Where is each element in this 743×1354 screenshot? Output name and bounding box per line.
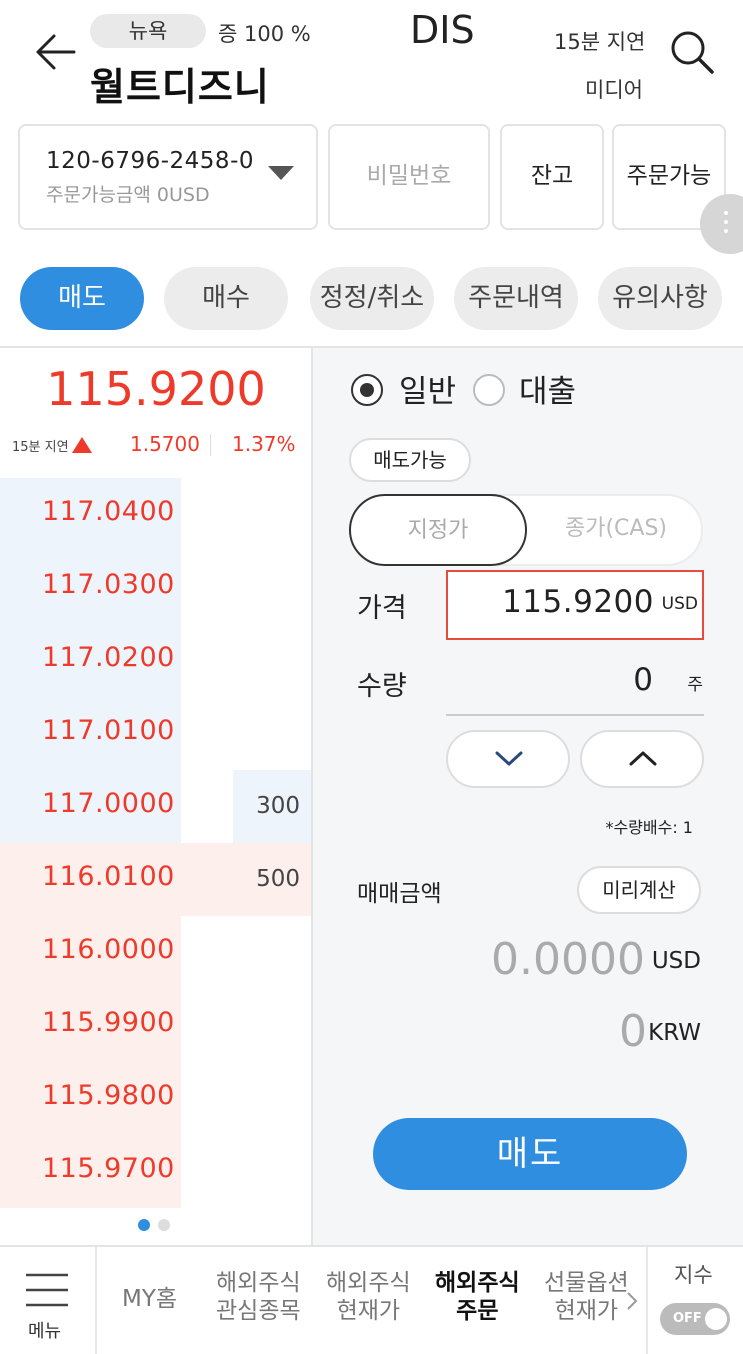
- toggle-knob: [705, 1308, 727, 1330]
- sector-label: 미디어: [585, 78, 643, 102]
- sell-submit-button[interactable]: 매도: [373, 1118, 687, 1190]
- nav-futures-options-quote[interactable]: 선물옵션 현재가: [544, 1269, 629, 1325]
- divider: [95, 1247, 97, 1354]
- ask-price: 117.0000: [42, 788, 175, 819]
- radio-loan[interactable]: [473, 374, 505, 406]
- tab-modify-cancel[interactable]: 정정/취소: [310, 267, 434, 330]
- amount-usd-unit: USD: [651, 948, 701, 974]
- bid-price: 115.9800: [42, 1080, 175, 1111]
- nav-my-home[interactable]: MY홈: [122, 1285, 177, 1313]
- index-toggle[interactable]: OFF: [660, 1303, 730, 1335]
- order-price-type-toggle: 지정가 종가(CAS): [349, 494, 703, 566]
- chevron-up-icon: [629, 751, 657, 766]
- menu-label[interactable]: 메뉴: [28, 1317, 61, 1343]
- bid-price: 116.0000: [42, 934, 175, 965]
- password-input[interactable]: 비밀번호: [328, 124, 490, 230]
- quantity-label: 수량: [357, 671, 407, 702]
- amount-usd: 0.0000: [491, 934, 645, 985]
- ticker-symbol: DIS: [410, 8, 475, 52]
- price-change: 1.5700: [130, 432, 200, 456]
- tab-notice[interactable]: 유의사항: [598, 267, 722, 330]
- bid-price: 116.0100: [42, 861, 175, 892]
- preview-calc-button[interactable]: 미리계산: [577, 866, 701, 914]
- more-dots-icon: [724, 211, 728, 215]
- nav-overseas-watchlist[interactable]: 해외주식 관심종목: [216, 1269, 301, 1325]
- margin-rate: 증 100 %: [218, 22, 311, 46]
- price-unit: USD: [661, 594, 698, 614]
- hamburger-menu-icon[interactable]: [26, 1273, 68, 1307]
- nav-overseas-quote[interactable]: 해외주식 현재가: [326, 1269, 411, 1325]
- close-order-option[interactable]: 종가(CAS): [527, 494, 705, 566]
- orderbook-bid-row[interactable]: 116.0000: [0, 916, 312, 989]
- amount-label: 매매금액: [357, 881, 442, 907]
- ask-price: 117.0100: [42, 715, 175, 746]
- bid-quantity: 500: [181, 843, 312, 916]
- radio-general[interactable]: [351, 374, 383, 406]
- nav-overseas-order[interactable]: 해외주식 주문: [435, 1269, 520, 1325]
- quantity-decrease-button[interactable]: [446, 730, 570, 788]
- account-select[interactable]: 120-6796-2458-0 주문가능금액 0USD: [18, 124, 318, 230]
- quantity-increase-button[interactable]: [580, 730, 704, 788]
- amount-krw-unit: KRW: [648, 1020, 701, 1046]
- quantity-unit: 주: [687, 675, 703, 695]
- amount-krw: 0: [619, 1006, 647, 1057]
- bottom-nav: 메뉴 MY홈 해외주식 관심종목 해외주식 현재가 해외주식 주문 선물옵션 현…: [0, 1245, 743, 1354]
- limit-order-option[interactable]: 지정가: [349, 494, 527, 566]
- bid-price: 115.9700: [42, 1153, 175, 1184]
- price-label: 가격: [357, 593, 407, 624]
- page-indicator[interactable]: [138, 1216, 178, 1235]
- orderbook-bid-row[interactable]: 116.0100 500: [0, 843, 312, 916]
- chevron-right-icon[interactable]: [626, 1291, 638, 1311]
- quantity-input[interactable]: 0: [633, 662, 653, 698]
- divider: [210, 434, 211, 456]
- ask-price: 117.0300: [42, 569, 175, 600]
- orderbook-bid-row[interactable]: 115.9900: [0, 989, 312, 1062]
- orderbook-ask-row[interactable]: 117.0200: [0, 624, 312, 697]
- tab-buy[interactable]: 매수: [164, 267, 288, 330]
- orderbook-bid-row[interactable]: 115.9700: [0, 1135, 312, 1208]
- market-badge: 뉴욕: [90, 14, 206, 48]
- chevron-down-icon: [495, 751, 523, 766]
- order-form: 일반 대출 매도가능 지정가 종가(CAS) 가격 115.9200 USD 수…: [313, 348, 743, 1245]
- account-number: 120-6796-2458-0: [46, 148, 254, 174]
- divider: [646, 1247, 648, 1354]
- price-change-pct: 1.37%: [232, 432, 296, 456]
- available-amount: 주문가능금액 0USD: [46, 184, 210, 206]
- radio-loan-label[interactable]: 대출: [519, 366, 576, 411]
- up-triangle-icon: [72, 437, 92, 453]
- lot-size-note: *수량배수: 1: [605, 818, 693, 837]
- balance-button[interactable]: 잔고: [500, 124, 604, 230]
- delay-small-label: 15분 지연: [12, 440, 69, 455]
- back-arrow-icon[interactable]: [34, 30, 78, 74]
- divider: [446, 714, 704, 716]
- tab-order-history[interactable]: 주문내역: [454, 267, 578, 330]
- radio-general-label[interactable]: 일반: [399, 366, 456, 411]
- dropdown-triangle-icon: [268, 166, 294, 180]
- toggle-state: OFF: [673, 1311, 702, 1326]
- search-icon[interactable]: [668, 28, 716, 76]
- orderbook-ask-row[interactable]: 117.0000 300: [0, 770, 312, 843]
- orderbook-ask-row[interactable]: 117.0300: [0, 551, 312, 624]
- page-dot-active: [138, 1219, 150, 1231]
- index-label: 지수: [674, 1263, 713, 1287]
- price-input-value: 115.9200: [502, 584, 654, 620]
- ask-price: 117.0400: [42, 496, 175, 527]
- bid-price: 115.9900: [42, 1007, 175, 1038]
- current-price: 115.9200: [46, 362, 266, 416]
- price-input[interactable]: 115.9200 USD: [446, 570, 704, 640]
- stock-name[interactable]: 월트디즈니: [90, 56, 270, 111]
- page-dot: [158, 1219, 170, 1231]
- orderbook-panel: 115.9200 15분 지연 1.5700 1.37% 117.0400 11…: [0, 348, 312, 1245]
- tab-sell[interactable]: 매도: [20, 267, 144, 330]
- sellable-button[interactable]: 매도가능: [349, 438, 471, 482]
- orderbook-ask-row[interactable]: 117.0400: [0, 478, 312, 551]
- delay-label: 15분 지연: [554, 30, 646, 54]
- header: 뉴욕 증 100 % DIS 월트디즈니 15분 지연 미디어: [0, 0, 743, 115]
- orderbook-bid-row[interactable]: 115.9800: [0, 1062, 312, 1135]
- orderbook-ask-row[interactable]: 117.0100: [0, 697, 312, 770]
- ask-quantity: 300: [233, 770, 312, 843]
- ask-price: 117.0200: [42, 642, 175, 673]
